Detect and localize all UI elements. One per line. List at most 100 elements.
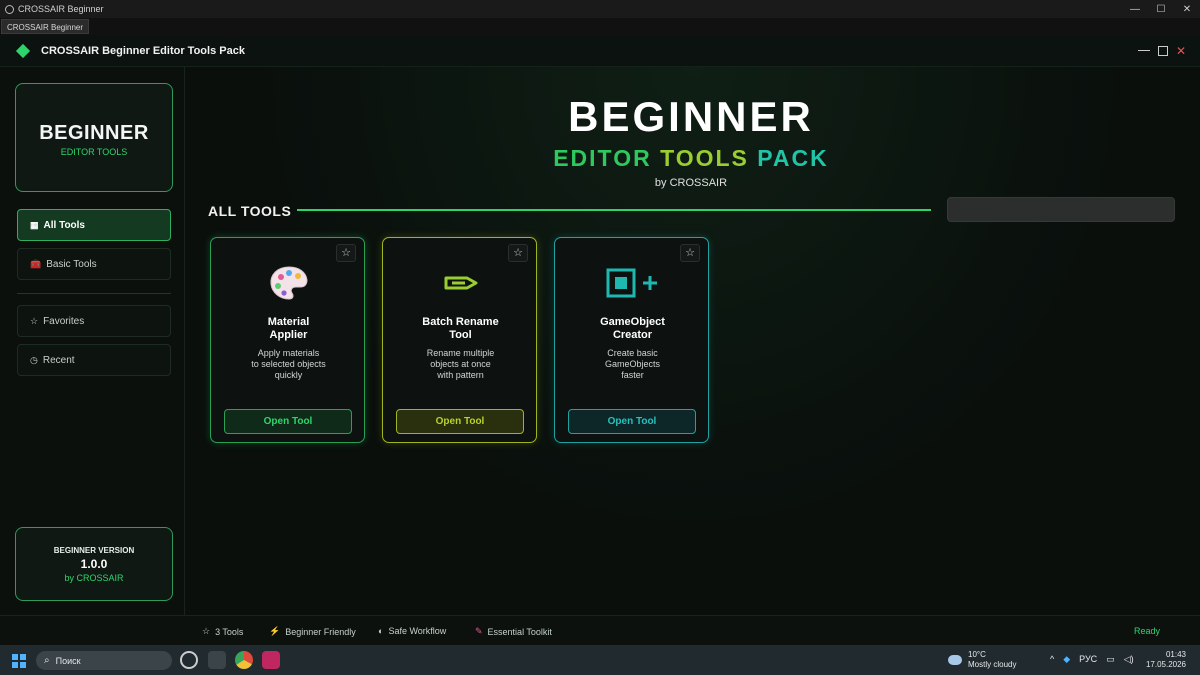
tool-desc-line-3: with pattern [437, 370, 484, 380]
volume-icon[interactable]: ◁) [1124, 654, 1134, 665]
sidebar-item-all-tools[interactable]: ▦ All Tools [17, 209, 171, 241]
lightning-icon: ⚡ [269, 626, 281, 636]
os-window-title: CROSSAIR Beginner [18, 4, 104, 14]
open-tool-button[interactable]: Open Tool [568, 409, 696, 434]
feather-icon: ✎ [475, 626, 483, 636]
windows-start-icon[interactable] [12, 654, 26, 668]
os-tabbar: CROSSAIR Beginner [0, 18, 1200, 35]
favorite-star-button[interactable]: ☆ [680, 244, 700, 262]
sidebar-item-basic-tools[interactable]: 🧰 Basic Tools [17, 248, 171, 280]
app-icon [5, 4, 14, 14]
brand-title: BEGINNER [39, 122, 149, 144]
os-maximize-button[interactable]: ☐ [1148, 4, 1174, 15]
language-indicator[interactable]: РУС [1079, 654, 1097, 665]
diamond-logo-icon [15, 43, 31, 58]
sidebar: BEGINNER EDITOR TOOLS ▦ All Tools 🧰 Basi… [0, 67, 185, 615]
tool-desc-line-1: Rename multiple [426, 348, 495, 358]
shield-icon: ◐ [378, 626, 384, 636]
section-divider [297, 209, 931, 211]
sidebar-item-label: All Tools [43, 219, 85, 231]
os-tab[interactable]: CROSSAIR Beginner [1, 19, 90, 34]
grid-icon: ▦ [30, 219, 39, 230]
brand-subtitle: EDITOR TOOLS [60, 147, 128, 157]
app-header: CROSSAIR Beginner Editor Tools Pack ✕ [0, 35, 1200, 67]
tool-description: Apply materials to selected objects quic… [221, 348, 356, 381]
tool-title-line-2: Tool [449, 329, 472, 341]
tool-title-line-2: Applier [269, 329, 308, 341]
favorite-star-button[interactable]: ☆ [336, 244, 356, 262]
status-label: Beginner Friendly [285, 626, 356, 637]
status-safe-workflow: ◐ Safe Workflow [378, 626, 446, 636]
sidebar-item-label: Recent [42, 354, 75, 366]
tool-desc-line-1: Create basic [607, 348, 658, 358]
app-window-controls: ✕ [1137, 45, 1186, 57]
status-label: 3 Tools [215, 626, 244, 637]
minimize-button[interactable] [1137, 50, 1150, 51]
open-tool-button[interactable]: Open Tool [396, 409, 524, 434]
unity-hub-icon[interactable] [180, 651, 198, 669]
status-label: Essential Toolkit [487, 626, 552, 637]
star-icon: ☆ [202, 626, 211, 636]
taskbar-clock[interactable]: 01:43 17.05.2026 [1146, 650, 1186, 670]
tool-title: Material Applier [221, 316, 356, 342]
status-tools-count: ☆ 3 Tools [202, 626, 243, 637]
tool-desc-line-3: quickly [274, 370, 303, 380]
network-icon[interactable]: ▭ [1106, 654, 1115, 665]
sidebar-item-label: Basic Tools [46, 258, 97, 270]
system-tray: ^ ◆ РУС ▭ ◁) [1050, 654, 1134, 665]
os-close-button[interactable]: ✕ [1174, 4, 1200, 15]
pencil-icon [383, 262, 538, 304]
clock-date: 17.05.2026 [1145, 660, 1186, 669]
tool-title-line-2: Creator [612, 329, 653, 341]
hero-author: by CROSSAIR [654, 177, 728, 189]
os-taskbar: ⌕ Поиск 10°C Mostly cloudy ^ ◆ РУС ▭ ◁) … [0, 645, 1200, 675]
tool-desc-line-2: GameObjects [604, 359, 661, 369]
search-input[interactable] [947, 197, 1175, 222]
sidebar-divider [17, 293, 171, 294]
cloud-icon [948, 655, 962, 665]
tool-card-batch-rename: ☆ Batch Rename Tool Rename multiple obje… [382, 237, 537, 443]
close-button[interactable]: ✕ [1176, 45, 1186, 57]
tool-title-line-1: GameObject [600, 316, 665, 328]
tool-title-line-1: Batch Rename [422, 316, 499, 328]
brand-card: BEGINNER EDITOR TOOLS [15, 83, 173, 192]
shield-tray-icon[interactable]: ◆ [1063, 654, 1070, 665]
tool-desc-line-3: faster [621, 370, 644, 380]
os-window-controls: — ☐ ✕ [1122, 4, 1200, 15]
maximize-button[interactable] [1157, 45, 1168, 56]
favorite-star-button[interactable]: ☆ [508, 244, 528, 262]
tool-title: GameObject Creator [565, 316, 700, 342]
chevron-up-icon[interactable]: ^ [1050, 654, 1054, 665]
sidebar-item-recent[interactable]: ◷ Recent [17, 344, 171, 376]
os-minimize-button[interactable]: — [1122, 4, 1148, 15]
clock-time: 01:43 [1165, 650, 1186, 659]
status-beginner-friendly: ⚡ Beginner Friendly [269, 626, 356, 637]
taskbar-search[interactable]: ⌕ Поиск [36, 651, 172, 670]
hero-subtitle-word-3: PACK [757, 145, 829, 171]
tool-title-line-1: Material [267, 316, 310, 328]
version-author: by CROSSAIR [64, 573, 124, 583]
weather-widget[interactable]: 10°C Mostly cloudy [948, 650, 1016, 670]
rider-icon[interactable] [262, 651, 280, 669]
palette-icon [211, 262, 366, 304]
tool-description: Create basic GameObjects faster [565, 348, 700, 381]
unity-editor-icon[interactable] [208, 651, 226, 669]
sidebar-item-label: Favorites [43, 315, 85, 327]
tool-desc-line-1: Apply materials [257, 348, 320, 358]
search-icon: ⌕ [44, 655, 50, 666]
sidebar-item-favorites[interactable]: ☆ Favorites [17, 305, 171, 337]
version-number: 1.0.0 [80, 557, 108, 571]
hero-subtitle-word-1: EDITOR [553, 145, 652, 171]
status-essential-toolkit: ✎ Essential Toolkit [475, 626, 552, 637]
add-square-icon [555, 262, 710, 304]
status-bar: ☆ 3 Tools ⚡ Beginner Friendly ◐ Safe Wor… [0, 615, 1200, 645]
weather-desc: Mostly cloudy [968, 660, 1017, 669]
taskbar-search-label: Поиск [55, 655, 81, 666]
version-label: BEGINNER VERSION [53, 546, 135, 555]
open-tool-button[interactable]: Open Tool [224, 409, 352, 434]
weather-temp: 10°C [968, 650, 986, 659]
tool-desc-line-2: objects at once [430, 359, 491, 369]
chrome-icon[interactable] [235, 651, 253, 669]
os-titlebar: CROSSAIR Beginner — ☐ ✕ [0, 0, 1200, 18]
status-label: Safe Workflow [388, 626, 447, 636]
